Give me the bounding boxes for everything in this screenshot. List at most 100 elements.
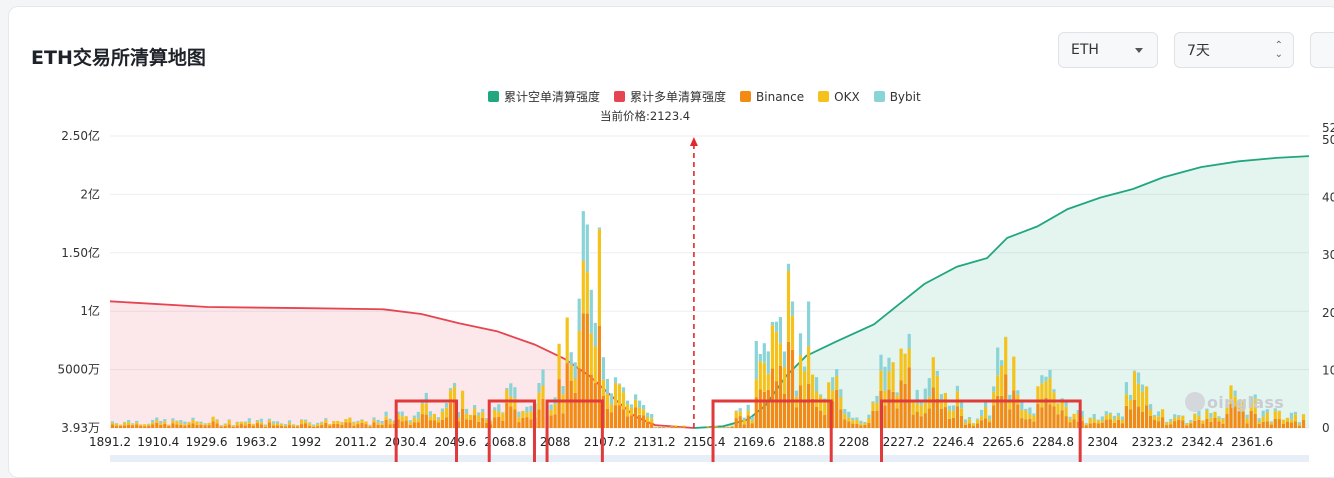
bar-okx	[425, 403, 428, 414]
bar-okx	[1302, 414, 1305, 420]
bar-okx	[135, 423, 138, 425]
bar-binance	[763, 392, 766, 428]
bar-binance	[851, 424, 854, 428]
bar-okx	[650, 418, 653, 423]
bar-binance	[807, 384, 810, 428]
bar-binance	[509, 406, 512, 428]
bar-okx	[562, 394, 565, 413]
bar-okx	[264, 426, 267, 427]
bar-okx	[727, 427, 730, 428]
bar-bybit	[1125, 382, 1128, 394]
bar-bybit	[276, 421, 279, 423]
bar-okx	[992, 392, 995, 406]
bar-okx	[159, 423, 162, 425]
bar-bybit	[232, 425, 235, 426]
bar-binance	[171, 423, 174, 428]
bar-bybit	[1221, 418, 1224, 419]
bar-okx	[960, 408, 963, 416]
bar-okx	[1149, 410, 1152, 416]
bar-okx	[473, 409, 476, 416]
bar-binance	[855, 424, 858, 428]
bar-okx	[550, 410, 553, 415]
bar-binance	[819, 411, 822, 428]
bar-okx	[739, 412, 742, 417]
bar-bybit	[630, 404, 633, 407]
bar-okx	[437, 419, 440, 422]
bar-bybit	[956, 386, 959, 391]
bar-okx	[1294, 414, 1297, 421]
bar-bybit	[220, 425, 223, 426]
bar-binance	[1141, 412, 1144, 428]
bar-okx	[1286, 418, 1289, 422]
bar-binance	[521, 418, 524, 428]
bar-bybit	[795, 391, 798, 397]
bar-bybit	[751, 417, 754, 420]
bar-okx	[972, 424, 975, 426]
bar-binance	[1073, 420, 1076, 429]
bar-bybit	[529, 406, 532, 412]
y-right-tick-label: 52	[1322, 121, 1334, 135]
bar-okx	[1028, 414, 1031, 419]
bar-bybit	[131, 423, 134, 424]
bar-binance	[272, 426, 275, 428]
bar-okx	[465, 414, 468, 420]
bar-binance	[1036, 404, 1039, 428]
bar-binance	[445, 418, 448, 429]
bar-bybit	[835, 369, 838, 376]
bar-bybit	[1109, 413, 1112, 414]
x-tick-label: 2265.6	[982, 435, 1024, 449]
bar-binance	[208, 425, 211, 428]
bar-binance	[739, 416, 742, 428]
bar-bybit	[1270, 421, 1273, 422]
bar-bybit	[799, 333, 802, 355]
bar-okx	[566, 318, 569, 364]
bar-okx	[1137, 384, 1140, 407]
bar-bybit	[815, 377, 818, 391]
bar-bybit	[505, 388, 508, 390]
bar-okx	[1133, 371, 1136, 399]
bar-binance	[316, 426, 319, 428]
bar-okx	[928, 397, 931, 409]
bar-binance	[513, 410, 516, 429]
bar-bybit	[1133, 371, 1136, 372]
bar-okx	[775, 332, 778, 381]
bar-okx	[1020, 410, 1023, 418]
bar-binance	[594, 383, 597, 428]
bar-bybit	[199, 422, 202, 424]
bar-binance	[1089, 424, 1092, 429]
bar-binance	[1209, 422, 1212, 428]
bar-binance	[1061, 410, 1064, 428]
bar-binance	[1298, 426, 1301, 428]
bar-binance	[425, 415, 428, 428]
bar-okx	[171, 421, 174, 424]
bar-bybit	[204, 423, 207, 424]
bar-bybit	[445, 403, 448, 408]
bar-binance	[1145, 405, 1148, 428]
bar-okx	[948, 410, 951, 419]
bar-bybit	[377, 420, 380, 423]
bar-binance	[988, 422, 991, 428]
bar-okx	[1266, 413, 1269, 422]
bar-okx	[807, 346, 810, 383]
bar-okx	[811, 375, 814, 399]
bar-bybit	[1044, 377, 1047, 381]
bar-okx	[646, 417, 649, 422]
bar-okx	[204, 424, 207, 425]
bar-bybit	[115, 423, 118, 424]
bar-binance	[803, 401, 806, 428]
bar-bybit	[992, 386, 995, 391]
bar-binance	[1294, 421, 1297, 428]
bar-bybit	[803, 367, 806, 372]
bar-okx	[195, 422, 198, 425]
bar-binance	[1097, 424, 1100, 429]
bar-binance	[1024, 419, 1027, 428]
bar-binance	[1133, 400, 1136, 428]
bar-binance	[944, 407, 947, 428]
bar-okx	[904, 354, 907, 384]
bar-binance	[1177, 420, 1180, 428]
bar-okx	[304, 421, 307, 423]
bar-okx	[191, 420, 194, 423]
bar-binance	[497, 417, 500, 428]
bar-bybit	[473, 405, 476, 409]
bar-bybit	[525, 407, 528, 413]
